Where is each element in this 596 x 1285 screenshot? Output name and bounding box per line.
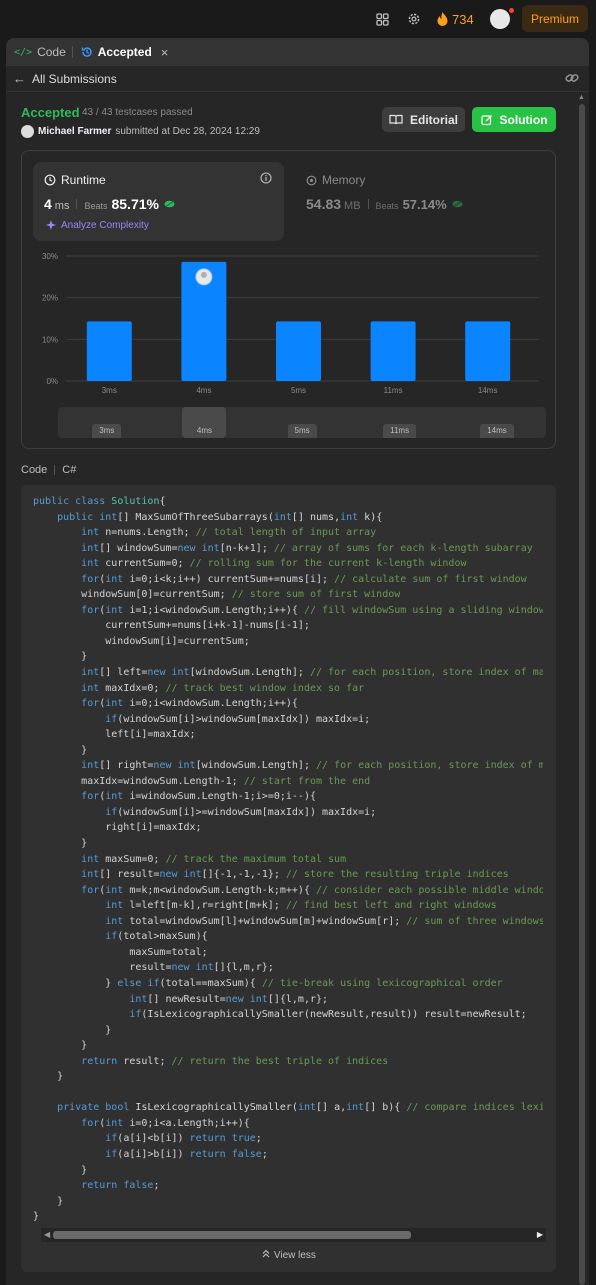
layout-icon[interactable] bbox=[374, 11, 390, 27]
chart-bar[interactable] bbox=[276, 321, 321, 381]
memory-beats-label: Beats bbox=[375, 201, 399, 211]
panel-tab-bar: </> Code Accepted × bbox=[6, 38, 589, 66]
submitter-avatar[interactable] bbox=[21, 125, 34, 138]
y-tick-label: 20% bbox=[42, 294, 58, 303]
x-tick-label: 5ms bbox=[291, 386, 306, 395]
submission-content: ▲ Accepted 43 / 43 testcases passed Mich… bbox=[6, 92, 589, 1285]
code-language: C# bbox=[62, 464, 77, 476]
runtime-card[interactable]: Runtime 4 ms Beats 85.71% Analyze Comple… bbox=[33, 162, 284, 241]
chart-bar[interactable] bbox=[370, 321, 416, 381]
y-tick-label: 10% bbox=[42, 335, 58, 344]
submitted-at: submitted at Dec 28, 2024 12:29 bbox=[115, 126, 260, 137]
runtime-value: 4 bbox=[44, 196, 52, 212]
clock-icon bbox=[44, 174, 56, 186]
arrow-left-icon[interactable]: ← bbox=[13, 71, 26, 86]
vertical-scrollbar[interactable]: ▲ bbox=[577, 94, 587, 1285]
history-icon bbox=[81, 47, 92, 57]
runtime-bar-chart: 0% 10% 20% 30% 3ms 4ms 5ms 11ms 14ms bbox=[42, 252, 539, 395]
streak-counter[interactable]: 734 bbox=[437, 10, 474, 28]
runtime-beats-label: Beats bbox=[84, 201, 108, 211]
chevrons-up-icon bbox=[262, 1249, 270, 1258]
y-tick-label: 30% bbox=[42, 252, 58, 261]
avatar-head bbox=[200, 271, 207, 278]
submission-panel: </> Code Accepted × ← All Submissions ▲ … bbox=[6, 38, 589, 1285]
scroll-right-arrow-icon[interactable]: ▶ bbox=[537, 1230, 543, 1239]
runtime-label: Runtime bbox=[61, 173, 106, 187]
close-icon[interactable]: × bbox=[161, 45, 169, 60]
runtime-title: Runtime bbox=[44, 173, 106, 187]
solution-button[interactable]: Solution bbox=[472, 107, 556, 132]
chart-bar[interactable] bbox=[86, 321, 132, 381]
tab-code[interactable]: </> Code bbox=[6, 45, 72, 59]
code-block: public class Solution{ public int[] MaxS… bbox=[33, 496, 543, 1223]
tab-accepted[interactable]: Accepted × bbox=[73, 45, 175, 60]
submitter-line: Michael Farmer submitted at Dec 28, 2024… bbox=[21, 125, 260, 138]
analyze-complexity-link[interactable]: Analyze Complexity bbox=[46, 220, 149, 231]
scroll-left-arrow-icon[interactable]: ◀ bbox=[44, 1230, 50, 1239]
code-section-title: Code bbox=[21, 464, 48, 476]
scrollbar-thumb[interactable] bbox=[579, 104, 585, 1285]
divider bbox=[54, 465, 56, 475]
memory-value-row: 54.83 MB Beats 57.14% bbox=[306, 196, 464, 212]
scroll-up-arrow-icon[interactable]: ▲ bbox=[578, 94, 585, 101]
x-tick-label: 11ms bbox=[384, 386, 403, 395]
editorial-button[interactable]: Editorial bbox=[382, 107, 465, 132]
code-viewer[interactable]: public class Solution{ public int[] MaxS… bbox=[21, 485, 556, 1272]
info-icon[interactable] bbox=[260, 172, 272, 187]
all-submissions-link[interactable]: All Submissions bbox=[32, 72, 117, 86]
top-navbar: 734 Premium bbox=[0, 0, 596, 38]
memory-label: Memory bbox=[322, 173, 366, 187]
memory-beats-pct: 57.14% bbox=[402, 197, 447, 212]
horizontal-scrollbar[interactable]: ◀ ▶ bbox=[41, 1228, 546, 1242]
code-scroll-area[interactable]: public class Solution{ public int[] MaxS… bbox=[33, 494, 543, 1242]
y-tick-label: 0% bbox=[46, 377, 58, 386]
leaf-icon bbox=[452, 200, 463, 208]
runtime-value-row: 4 ms Beats 85.71% bbox=[44, 196, 176, 212]
code-language-header: Code C# bbox=[21, 464, 76, 476]
tab-code-label: Code bbox=[37, 45, 66, 59]
memory-title[interactable]: Memory bbox=[306, 173, 365, 187]
divider bbox=[76, 199, 78, 209]
tab-accepted-label: Accepted bbox=[97, 45, 152, 59]
editorial-label: Editorial bbox=[409, 112, 458, 127]
memory-unit: MB bbox=[344, 200, 361, 212]
navigator-label: 14ms bbox=[480, 424, 514, 438]
submitter-name[interactable]: Michael Farmer bbox=[38, 126, 111, 137]
runtime-unit: ms bbox=[54, 200, 70, 212]
navigator-label: 11ms bbox=[383, 424, 417, 438]
view-less-label: View less bbox=[273, 1250, 316, 1261]
x-tick-label: 3ms bbox=[102, 386, 117, 395]
divider bbox=[367, 199, 369, 209]
navigator-label: 3ms bbox=[92, 424, 122, 438]
testcases-passed: 43 / 43 testcases passed bbox=[82, 107, 193, 118]
performance-stats: Runtime 4 ms Beats 85.71% Analyze Comple… bbox=[21, 150, 556, 449]
share-link-icon[interactable] bbox=[565, 72, 579, 87]
submission-subbar: ← All Submissions bbox=[6, 66, 589, 92]
chip-icon bbox=[306, 175, 317, 185]
code-brackets-icon: </> bbox=[14, 46, 33, 58]
chart-bar[interactable] bbox=[465, 321, 511, 381]
range-navigator[interactable]: 3ms 4ms 5ms 11ms 14ms bbox=[58, 407, 546, 438]
book-icon bbox=[389, 114, 403, 125]
sparkle-icon bbox=[46, 220, 56, 230]
premium-button[interactable]: Premium bbox=[522, 5, 588, 32]
memory-value: 54.83 bbox=[306, 196, 342, 212]
runtime-distribution-chart: 0% 10% 20% 30% 3ms 4ms 5ms 11ms 14ms 3ms 4ms 5ms 11… bbox=[22, 247, 557, 447]
solution-label: Solution bbox=[499, 112, 548, 127]
navigator-label: 4ms bbox=[189, 424, 220, 438]
runtime-beats-pct: 85.71% bbox=[111, 196, 159, 212]
horizontal-scrollbar-thumb[interactable] bbox=[53, 1231, 411, 1239]
analyze-label: Analyze Complexity bbox=[61, 220, 149, 231]
flame-icon bbox=[437, 12, 448, 26]
x-tick-label: 14ms bbox=[478, 386, 498, 395]
streak-count: 734 bbox=[452, 11, 474, 27]
user-avatar[interactable] bbox=[490, 8, 514, 29]
gear-icon[interactable] bbox=[406, 11, 422, 27]
x-tick-label: 4ms bbox=[196, 386, 211, 395]
navigator-label: 5ms bbox=[287, 424, 317, 438]
edit-icon bbox=[480, 114, 492, 125]
submission-status: Accepted bbox=[21, 105, 80, 120]
view-less-button[interactable]: View less bbox=[21, 1249, 556, 1261]
leaf-icon bbox=[164, 200, 175, 208]
